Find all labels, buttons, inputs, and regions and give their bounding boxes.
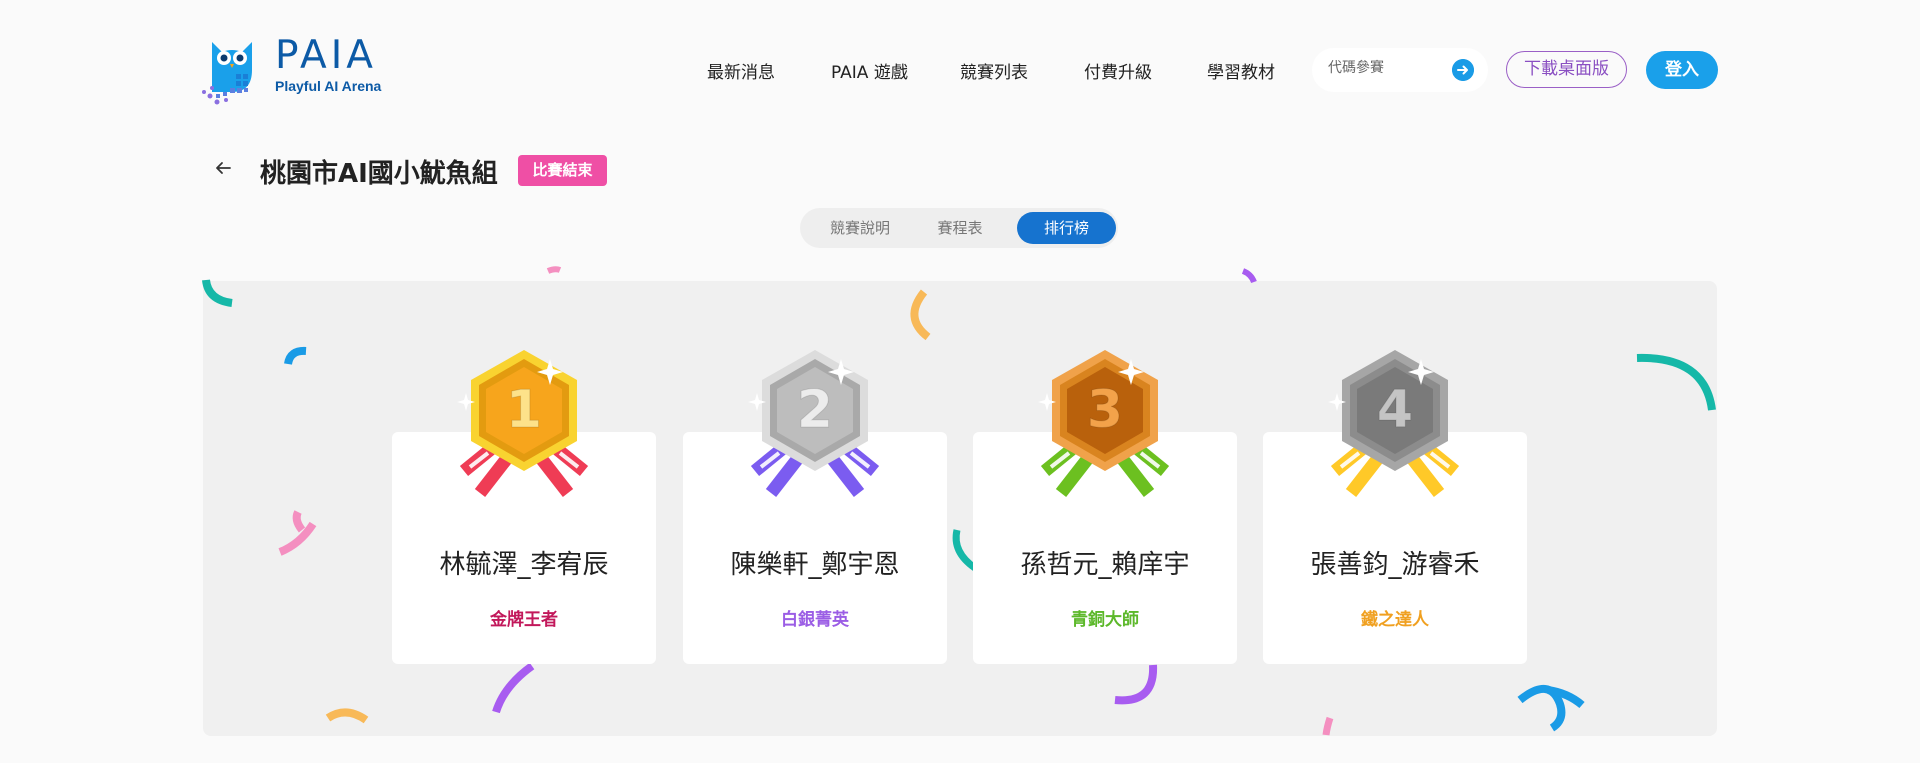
code-join-input[interactable] [1326,59,1450,77]
medal-rank-digit: 2 [797,380,833,440]
rank-title: 金牌王者 [490,610,558,630]
medal-rank-digit: 3 [1087,380,1123,440]
nav-games[interactable]: PAIA 遊戲 [831,58,908,83]
rank-title: 青銅大師 [1071,610,1139,630]
logo-subtitle: Playful AI Arena [275,78,382,94]
medal-icon: 2 [748,350,880,497]
page-title: 桃園市AI國小魷魚組 [260,159,498,189]
competition-tabs: 競賽說明 賽程表 排行榜 [800,208,1118,248]
logo-title: PAIA [275,33,377,78]
rank-title: 白銀菁英 [781,610,849,630]
arrow-right-circle-icon[interactable] [1452,59,1474,81]
rank-title: 鐵之達人 [1361,610,1429,630]
team-name: 孫哲元_賴庠宇 [1020,550,1190,580]
tab-schedule[interactable]: 賽程表 [915,212,1005,244]
nav-learning[interactable]: 學習教材 [1207,58,1275,83]
nav-competitions[interactable]: 競賽列表 [960,58,1028,83]
medal-icon: 3 [1038,350,1170,497]
team-name: 林毓澤_李宥辰 [439,550,609,580]
tab-description[interactable]: 競賽說明 [808,212,912,244]
nav-upgrade[interactable]: 付費升級 [1084,58,1152,83]
logo-text[interactable]: PAIA Playful AI Arena [275,33,382,95]
download-desktop-button[interactable]: 下載桌面版 [1506,51,1627,88]
medal-rank-digit: 1 [506,380,542,440]
back-arrow-icon[interactable] [212,157,234,179]
team-name: 陳樂軒_鄭宇恩 [730,550,900,580]
tab-leaderboard[interactable]: 排行榜 [1017,212,1116,244]
team-name: 張善鈞_游睿禾 [1310,550,1480,580]
medal-icon: 1 [457,350,589,497]
medal-rank-digit: 4 [1377,380,1413,440]
login-button[interactable]: 登入 [1646,51,1718,89]
status-badge: 比賽結束 [518,155,607,186]
nav-news[interactable]: 最新消息 [707,58,775,83]
medal-icon: 4 [1328,350,1460,497]
